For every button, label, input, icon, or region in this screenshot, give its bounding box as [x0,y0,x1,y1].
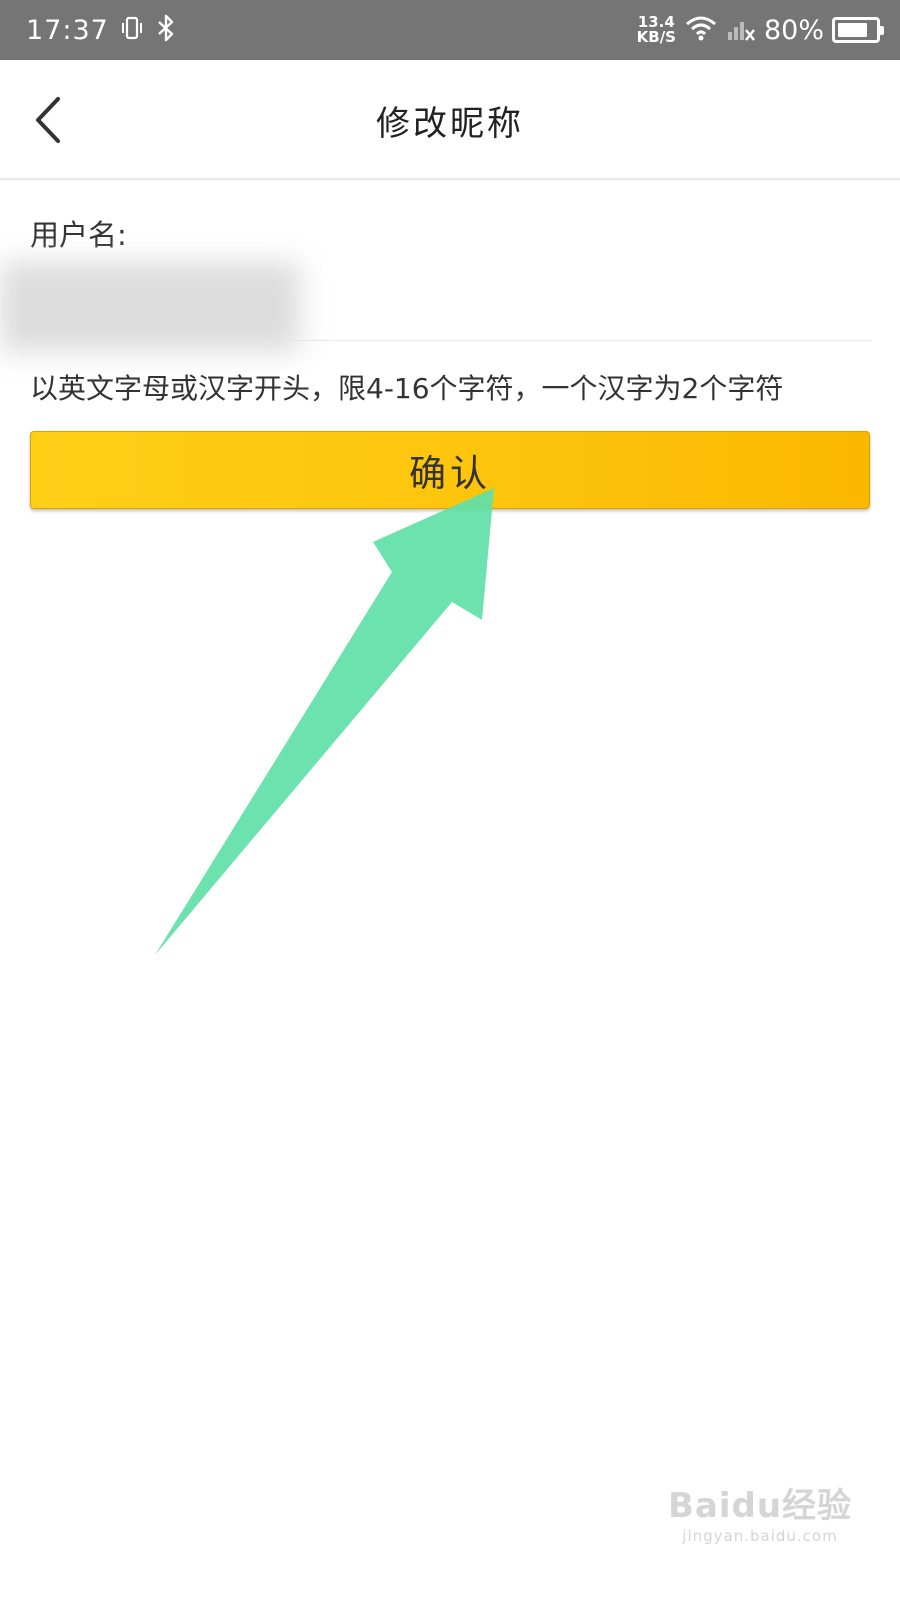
confirm-button[interactable]: 确认 [30,431,870,509]
network-speed: 13.4 KB/S [637,15,676,45]
watermark-url: jingyan.baidu.com [682,1527,838,1545]
app-header: 修改昵称 [0,60,900,180]
status-time: 17:37 [26,14,109,46]
username-hint: 以英文字母或汉字开头，限4-16个字符，一个汉字为2个字符 [30,372,784,405]
baidu-jingyan-watermark: Baidu经验 jingyan.baidu.com [660,1478,860,1568]
input-divider [30,340,872,341]
watermark-brand: Baidu经验 [667,1486,853,1526]
annotation-arrow-shape [155,488,494,955]
username-label: 用户名: [30,218,127,252]
battery-icon [832,17,884,43]
vibrate-icon [119,15,145,45]
page-title: 修改昵称 [376,103,524,144]
bluetooth-icon [155,14,177,46]
chevron-left-icon [36,97,60,143]
username-input[interactable] [0,262,500,352]
network-speed-unit: KB/S [636,28,676,46]
status-right: 13.4 KB/S 80% [637,0,884,60]
battery-fill [838,23,867,37]
signal-no-sim-icon [726,14,756,46]
edit-nickname-screen: 17:37 13.4 KB/S 80% 修改昵称 用户名: 以英文字母或汉字开头… [0,0,900,1600]
back-button[interactable] [28,92,68,148]
status-left: 17:37 [26,0,177,60]
wifi-icon [684,14,718,46]
status-bar: 17:37 13.4 KB/S 80% [0,0,900,60]
battery-percent: 80% [763,14,824,46]
annotation-arrow [155,488,494,955]
